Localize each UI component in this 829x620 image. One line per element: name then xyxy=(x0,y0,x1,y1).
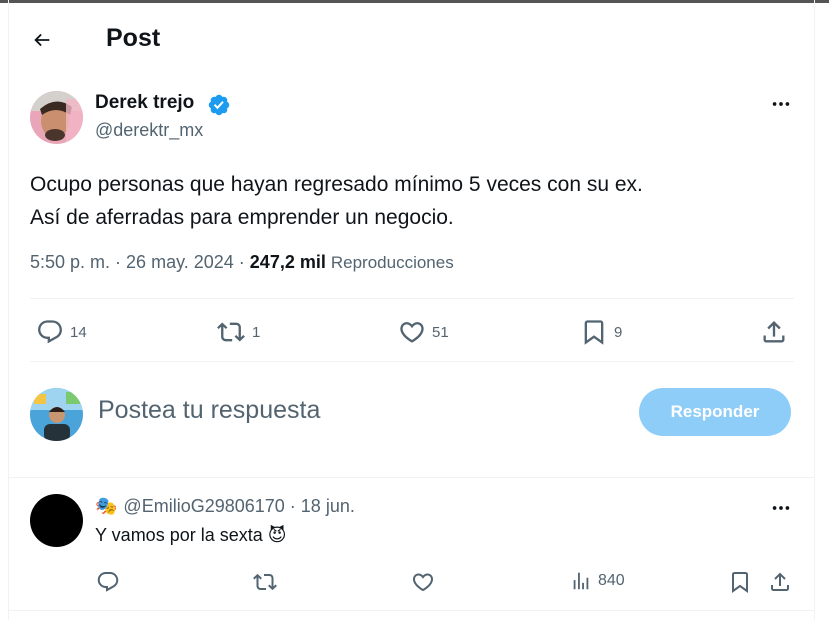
reply-reply-button[interactable] xyxy=(96,570,120,594)
bookmark-action-button[interactable]: 9 xyxy=(580,318,622,346)
page-title: Post xyxy=(106,24,161,52)
like-action-button[interactable]: 51 xyxy=(398,318,449,346)
verified-badge-icon xyxy=(207,93,231,117)
bookmark-count: 9 xyxy=(614,323,623,341)
repost-icon xyxy=(217,322,245,342)
bookmark-icon xyxy=(584,320,604,345)
reply-views-count: 840 xyxy=(598,572,625,589)
reply-author-avatar[interactable] xyxy=(30,494,83,547)
reply-author-handle[interactable]: @EmilioG29806170 xyxy=(123,496,284,517)
meta-separator: · xyxy=(233,252,250,272)
like-count: 51 xyxy=(432,323,449,341)
repost-action-button[interactable]: 1 xyxy=(216,318,260,346)
smiling-devil-emoji: 😈 xyxy=(267,525,287,545)
bar-chart-icon xyxy=(573,572,589,590)
share-action-button[interactable] xyxy=(760,318,788,346)
post-date[interactable]: 26 may. 2024 xyxy=(126,252,234,273)
bookmark-icon xyxy=(732,572,748,593)
arrow-left-icon xyxy=(34,33,50,47)
author-name[interactable]: Derek trejo xyxy=(95,92,194,114)
reply-input[interactable]: Postea tu respuesta xyxy=(98,396,320,425)
post-time[interactable]: 5:50 p. m. xyxy=(30,252,110,273)
reply-date[interactable]: 18 jun. xyxy=(301,496,355,517)
section-divider xyxy=(9,610,814,611)
section-divider xyxy=(9,477,814,478)
reply-text: Y vamos por la sexta 😈 xyxy=(95,525,287,546)
author-avatar[interactable] xyxy=(30,91,83,144)
post-text: Ocupo personas que hayan regresado mínim… xyxy=(30,173,643,229)
reply-more-button[interactable] xyxy=(766,496,796,520)
reply-action-button[interactable]: 14 xyxy=(36,318,87,346)
divider xyxy=(30,298,794,299)
reply-share-button[interactable] xyxy=(768,570,792,594)
more-horizontal-icon xyxy=(772,102,790,106)
share-icon xyxy=(763,321,785,343)
back-button[interactable] xyxy=(22,22,62,58)
divider xyxy=(30,361,794,362)
more-horizontal-icon xyxy=(772,506,790,510)
views-label: Reproducciones xyxy=(330,253,454,272)
share-icon xyxy=(771,572,789,591)
reply-like-button[interactable] xyxy=(411,570,435,594)
reply-bubble-icon xyxy=(38,320,62,344)
reply-count: 14 xyxy=(70,323,87,341)
reply-bubble-icon xyxy=(97,572,119,592)
reply-repost-button[interactable] xyxy=(252,570,278,594)
reply-text-content: Y vamos por la sexta xyxy=(95,525,263,545)
repost-count: 1 xyxy=(252,323,261,341)
post-meta: 5:50 p. m. · 26 may. 2024 · 247,2 mil Re… xyxy=(30,252,454,273)
author-handle[interactable]: @derektr_mx xyxy=(95,120,203,141)
heart-icon xyxy=(400,322,424,343)
user-avatar[interactable] xyxy=(30,388,83,441)
views-count: 247,2 mil xyxy=(249,252,326,272)
reply-header: 🎭 @EmilioG29806170 · 18 jun. xyxy=(95,496,355,517)
post-more-button[interactable] xyxy=(766,92,796,116)
reply-separator: · xyxy=(284,496,301,516)
reply-submit-button[interactable]: Responder xyxy=(639,388,791,436)
heart-icon xyxy=(412,573,434,592)
theater-masks-emoji: 🎭 xyxy=(95,496,118,516)
reply-views-button[interactable]: 840 xyxy=(570,570,625,592)
meta-separator: · xyxy=(110,252,127,272)
repost-icon xyxy=(253,573,277,591)
reply-bookmark-button[interactable] xyxy=(728,570,752,594)
